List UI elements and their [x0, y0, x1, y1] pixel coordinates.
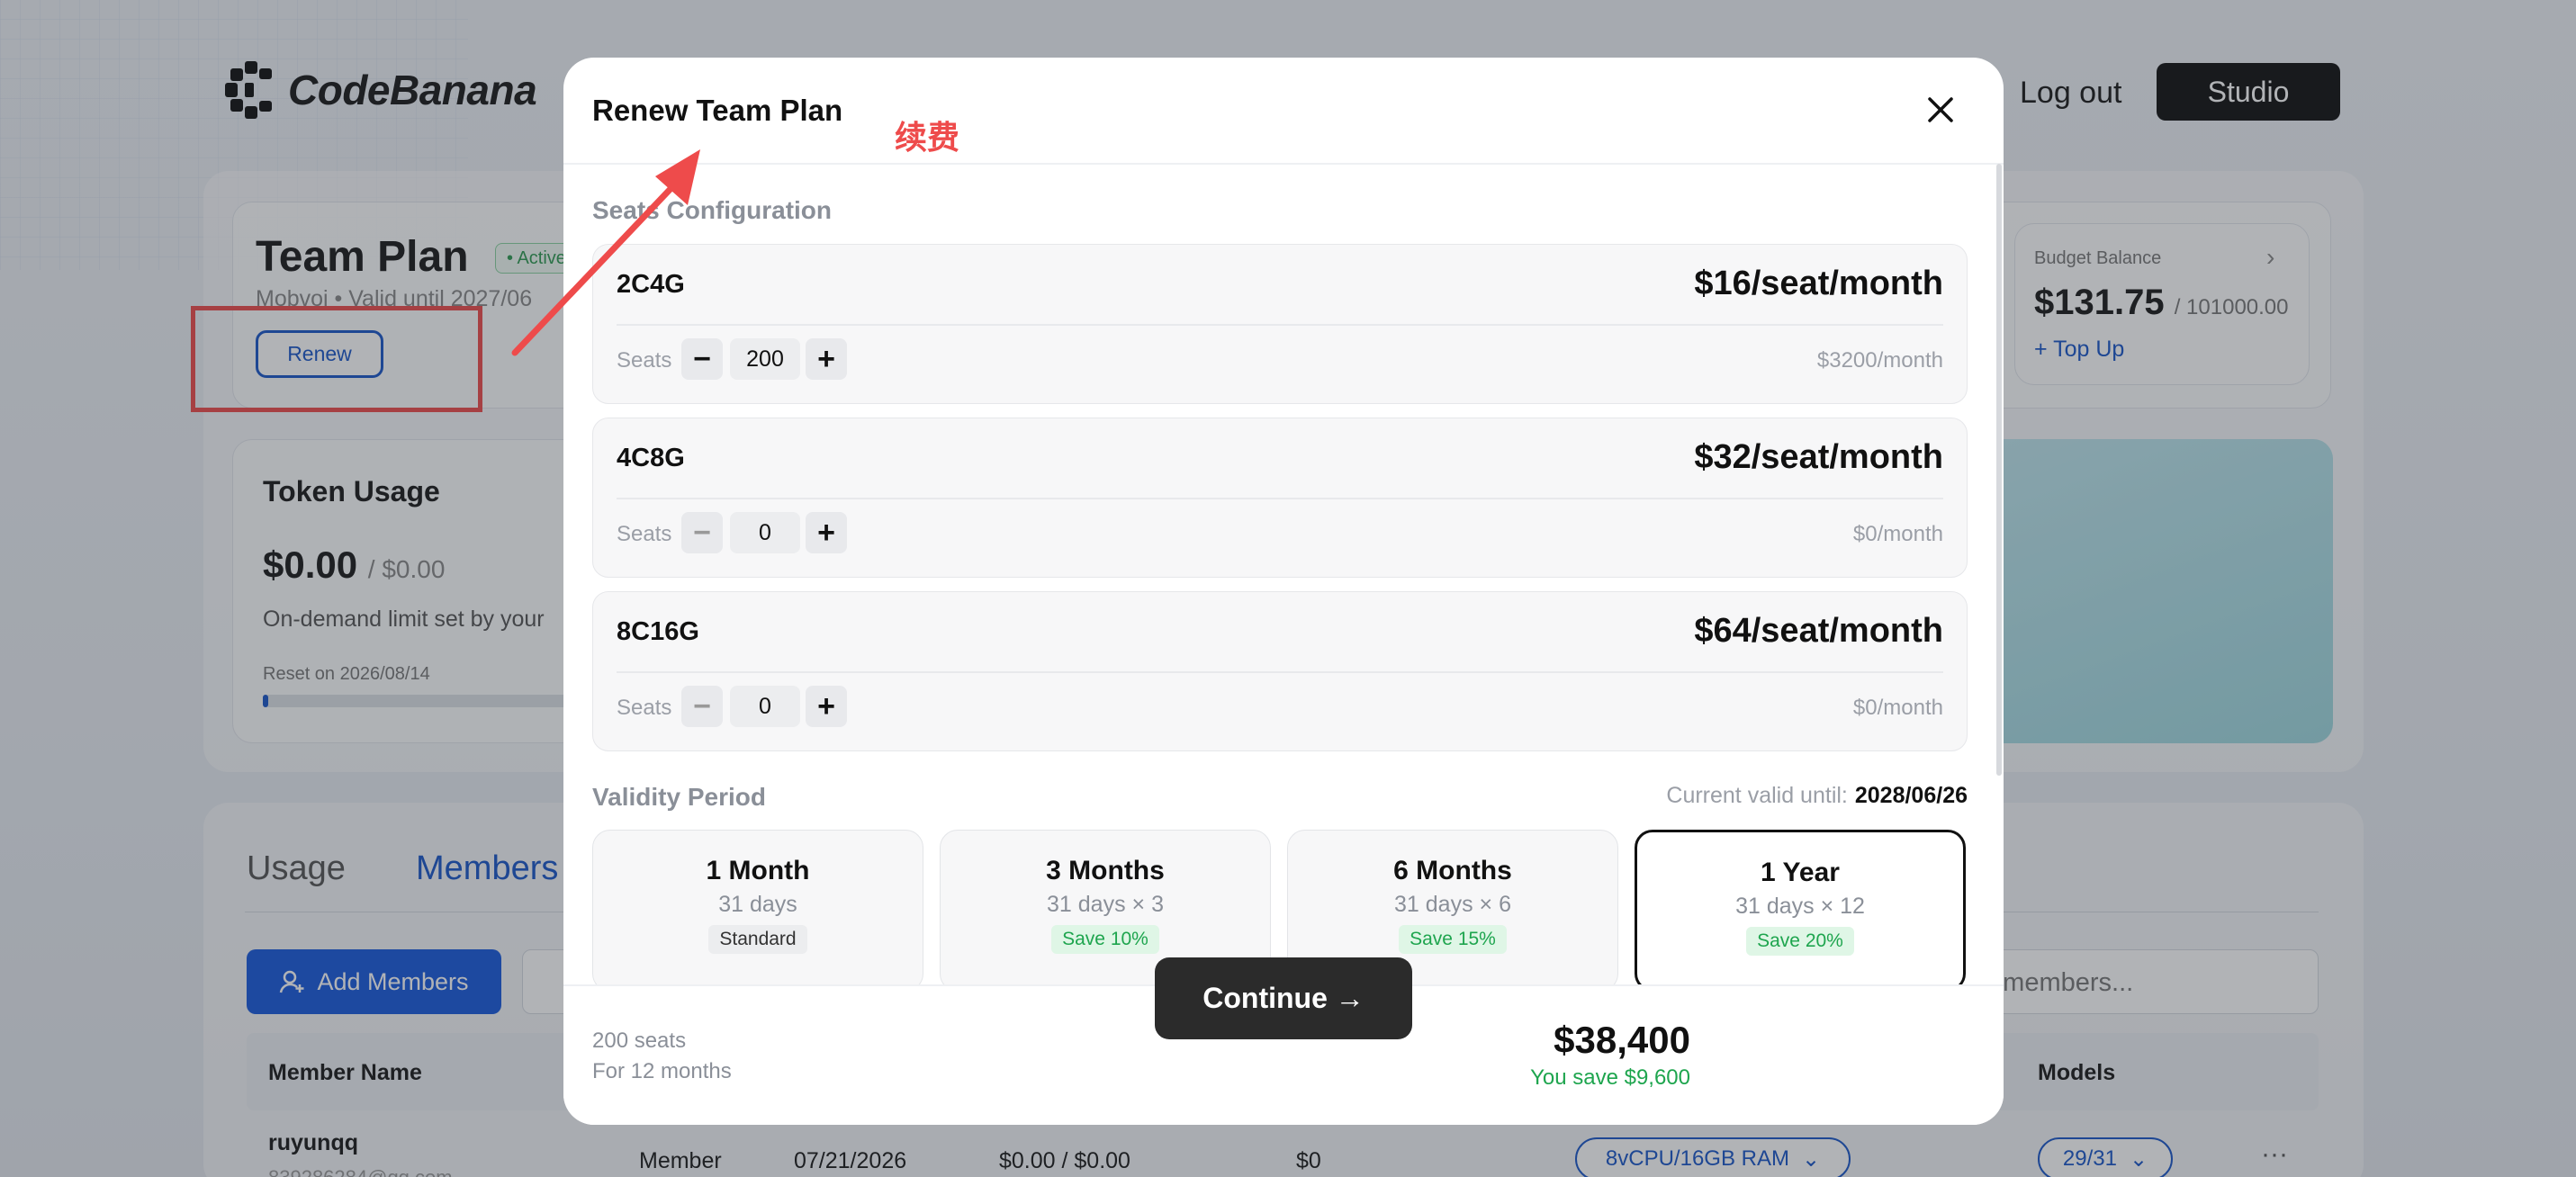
current-valid-value: 2028/06/26 — [1854, 783, 1968, 808]
current-valid-label: Current valid until: — [1666, 783, 1848, 808]
seat-config-8c16g: 8C16G $64/seat/month Seats − 0 + $0/mont… — [592, 591, 1968, 751]
increment-button[interactable]: + — [806, 512, 847, 553]
order-savings: You save $9,600 — [1530, 1065, 1690, 1090]
period-title: 3 Months — [1046, 856, 1165, 885]
period-tag: Save 10% — [1051, 925, 1159, 954]
seat-config-monthly: $0/month — [1852, 522, 1943, 546]
decrement-button[interactable]: − — [681, 686, 723, 727]
period-title: 6 Months — [1393, 856, 1512, 885]
period-title: 1 Month — [706, 856, 810, 885]
seat-config-name: 8C16G — [617, 617, 699, 646]
validity-period-label: Validity Period — [592, 783, 766, 811]
seat-config-monthly: $3200/month — [1816, 348, 1943, 373]
seat-config-price: $16/seat/month — [1694, 265, 1943, 302]
increment-button[interactable]: + — [806, 686, 847, 727]
seats-label: Seats — [617, 696, 672, 720]
duration-summary: For 12 months — [592, 1059, 732, 1083]
modal-title: Renew Team Plan — [592, 94, 843, 127]
current-valid-until: Current valid until: 2028/06/26 — [1666, 783, 1968, 809]
seat-config-divider — [617, 324, 1943, 326]
decrement-button[interactable]: − — [681, 512, 723, 553]
seat-count-input[interactable]: 0 — [730, 686, 800, 727]
seat-config-name: 4C8G — [617, 444, 685, 472]
seat-count-input[interactable]: 0 — [730, 512, 800, 553]
period-title: 1 Year — [1761, 858, 1840, 887]
decrement-button[interactable]: − — [681, 338, 723, 380]
seat-config-monthly: $0/month — [1852, 696, 1943, 720]
seats-label: Seats — [617, 348, 672, 373]
seat-config-divider — [617, 671, 1943, 673]
period-tag: Save 20% — [1746, 927, 1854, 956]
seats-label: Seats — [617, 522, 672, 546]
period-tag: Standard — [708, 925, 807, 954]
period-days: 31 days × 12 — [1735, 894, 1865, 919]
increment-button[interactable]: + — [806, 338, 847, 380]
modal-header-divider — [563, 163, 2004, 165]
seat-config-2c4g: 2C4G $16/seat/month Seats − 200 + $3200/… — [592, 244, 1968, 404]
seats-config-label: Seats Configuration — [592, 196, 833, 224]
seat-count-input[interactable]: 200 — [730, 338, 800, 380]
seat-config-divider — [617, 498, 1943, 499]
period-days: 31 days — [718, 892, 797, 917]
seats-summary: 200 seats — [592, 1029, 687, 1053]
seat-config-name: 2C4G — [617, 270, 685, 299]
seat-config-4c8g: 4C8G $32/seat/month Seats − 0 + $0/month — [592, 418, 1968, 578]
order-summary: 200 seats For 12 months — [592, 1026, 732, 1087]
order-total: $38,400 — [1554, 1019, 1690, 1061]
continue-button[interactable]: Continue → — [1155, 957, 1412, 1039]
period-option-1-year[interactable]: 1 Year 31 days × 12 Save 20% — [1635, 830, 1966, 992]
seat-config-price: $64/seat/month — [1694, 612, 1943, 650]
period-days: 31 days × 3 — [1047, 892, 1164, 917]
seat-config-price: $32/seat/month — [1694, 438, 1943, 476]
annotation-label: 续费 — [895, 120, 960, 157]
period-tag: Save 15% — [1399, 925, 1507, 954]
continue-label: Continue → — [1202, 982, 1365, 1014]
close-icon[interactable] — [1921, 90, 1960, 130]
period-option-1-month[interactable]: 1 Month 31 days Standard — [592, 830, 923, 992]
period-days: 31 days × 6 — [1394, 892, 1511, 917]
modal-scrollbar[interactable] — [1996, 164, 2002, 776]
